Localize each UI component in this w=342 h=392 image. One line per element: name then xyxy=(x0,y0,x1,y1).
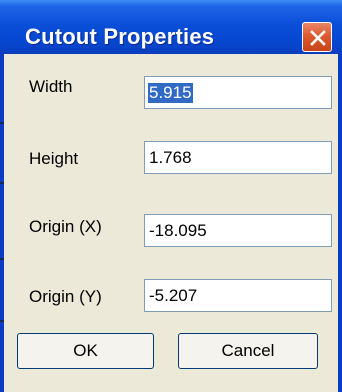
origin-x-field[interactable]: -18.095 xyxy=(144,214,332,247)
width-field[interactable]: 5.915 xyxy=(144,76,332,109)
origin-x-value: -18.095 xyxy=(149,221,207,240)
origin-y-value: -5.207 xyxy=(149,286,198,305)
dialog-title: Cutout Properties xyxy=(25,24,215,49)
height-label: Height xyxy=(29,149,79,168)
height-value: 1.768 xyxy=(149,148,192,167)
cancel-button[interactable]: Cancel xyxy=(178,333,318,369)
width-label: Width xyxy=(29,77,73,96)
ok-button[interactable]: OK xyxy=(17,333,154,369)
close-icon xyxy=(310,30,326,46)
left-edge-mark xyxy=(0,182,4,184)
title-bar[interactable]: Cutout Properties xyxy=(0,0,342,54)
origin-x-label: Origin (X) xyxy=(29,217,102,236)
left-edge-mark xyxy=(0,122,4,124)
cutout-properties-dialog: Cutout Properties Width 5.915 Height 1.7… xyxy=(0,0,342,392)
origin-y-label: Origin (Y) xyxy=(29,287,102,306)
height-field[interactable]: 1.768 xyxy=(144,141,332,174)
width-value: 5.915 xyxy=(148,83,193,103)
origin-y-field[interactable]: -5.207 xyxy=(144,279,332,312)
left-edge-mark xyxy=(0,258,4,260)
left-edge-mark xyxy=(0,320,4,322)
close-button[interactable] xyxy=(302,22,332,52)
